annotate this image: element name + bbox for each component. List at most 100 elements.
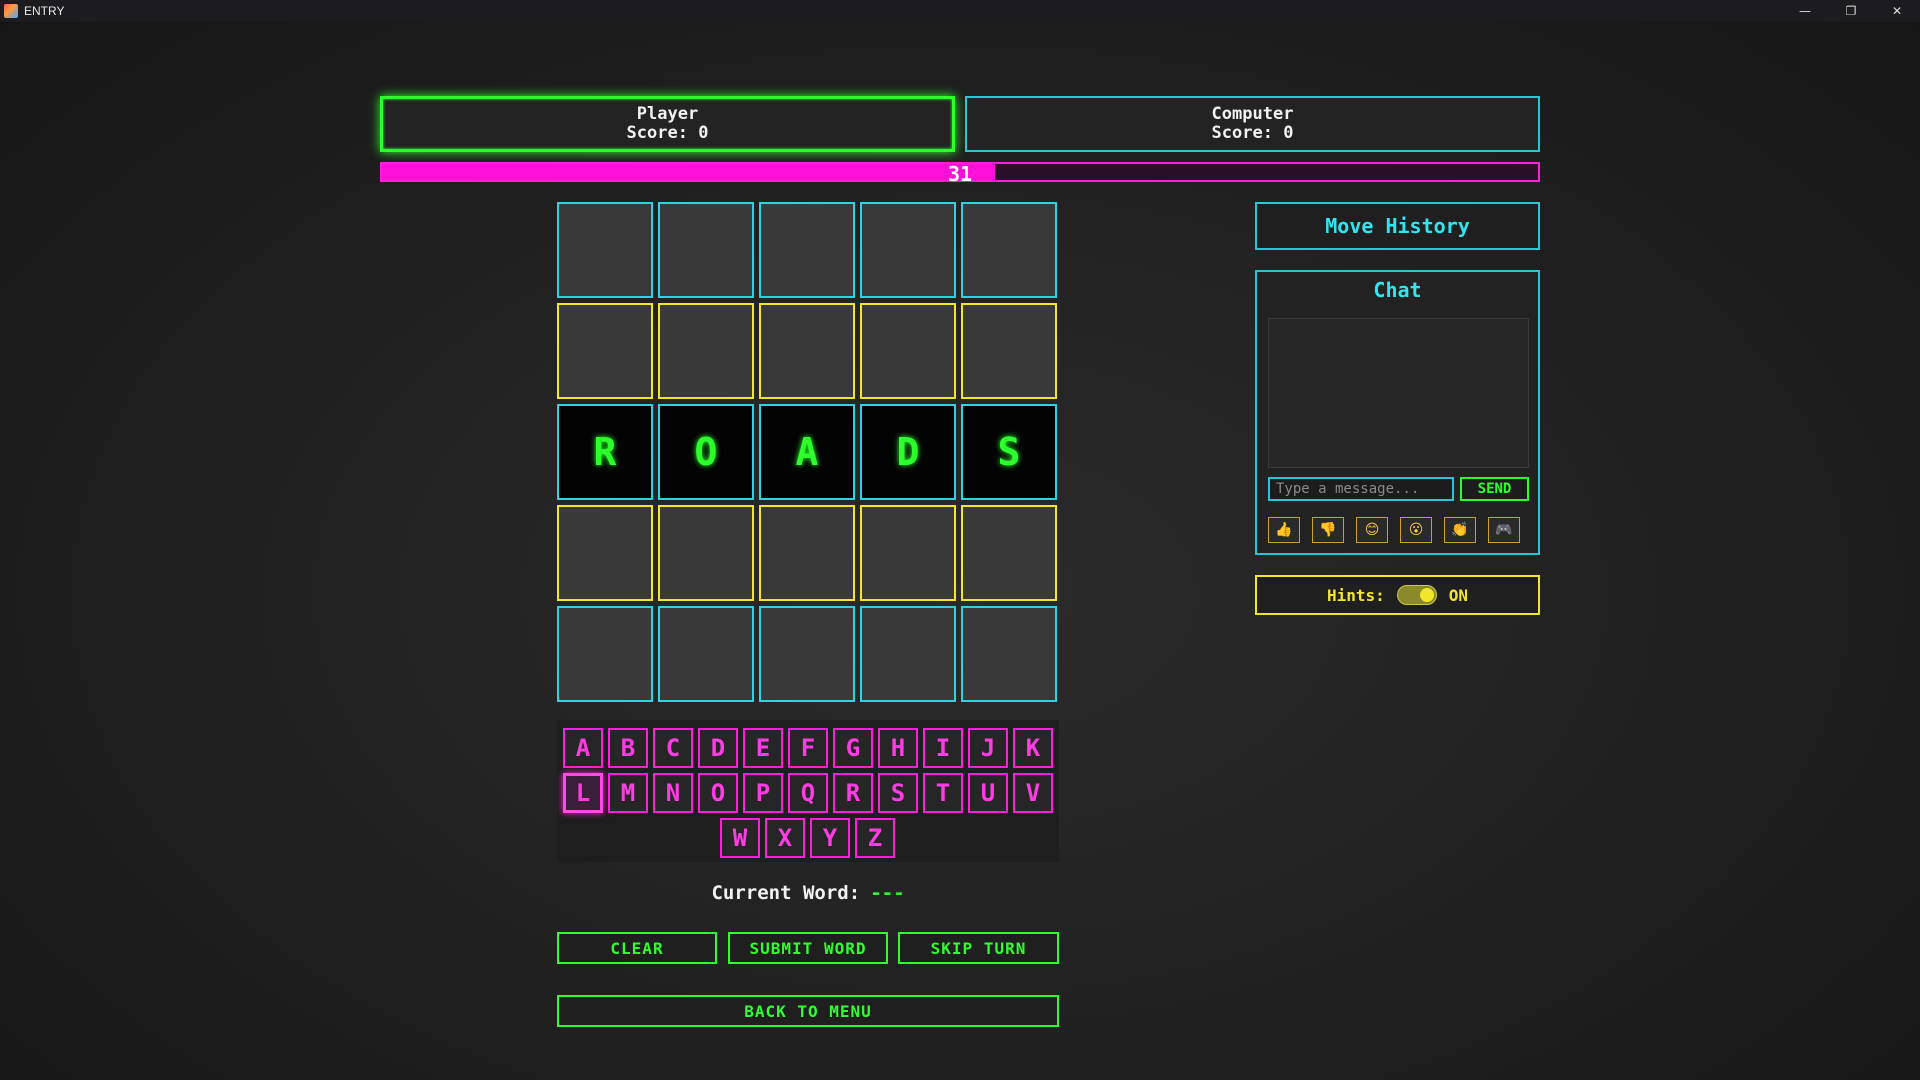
hints-control: Hints: ON bbox=[1255, 575, 1540, 615]
board-cell[interactable] bbox=[557, 505, 653, 601]
board-cell[interactable]: A bbox=[759, 404, 855, 500]
key-y[interactable]: Y bbox=[810, 818, 850, 858]
board-cell[interactable] bbox=[860, 202, 956, 298]
board-cell[interactable] bbox=[557, 606, 653, 702]
board-cell[interactable] bbox=[961, 505, 1057, 601]
hints-label: Hints: bbox=[1326, 585, 1385, 605]
window-controls: — ❐ ✕ bbox=[1782, 0, 1920, 22]
hints-state: ON bbox=[1448, 585, 1469, 605]
board-cell[interactable] bbox=[658, 505, 754, 601]
keyboard-row-2: LMNOPQRSTUV bbox=[563, 773, 1053, 813]
clear-button[interactable]: CLEAR bbox=[557, 932, 717, 964]
chat-message-input[interactable] bbox=[1268, 477, 1454, 501]
restore-icon[interactable]: ❐ bbox=[1828, 0, 1874, 22]
key-d[interactable]: D bbox=[698, 728, 738, 768]
toggle-knob bbox=[1419, 588, 1434, 602]
key-n[interactable]: N bbox=[653, 773, 693, 813]
close-icon[interactable]: ✕ bbox=[1874, 0, 1920, 22]
game-board: ROADS bbox=[557, 202, 1059, 707]
key-h[interactable]: H bbox=[878, 728, 918, 768]
board-row bbox=[557, 303, 1059, 399]
board-cell[interactable] bbox=[557, 202, 653, 298]
chat-title: Chat bbox=[1373, 278, 1422, 302]
board-cell[interactable] bbox=[860, 505, 956, 601]
board-row bbox=[557, 202, 1059, 298]
board-cell[interactable] bbox=[658, 202, 754, 298]
board-cell[interactable] bbox=[759, 606, 855, 702]
submit-word-button[interactable]: SUBMIT WORD bbox=[728, 932, 888, 964]
key-r[interactable]: R bbox=[833, 773, 873, 813]
board-cell[interactable] bbox=[759, 505, 855, 601]
current-word-display: Current Word: --- bbox=[557, 882, 1059, 904]
board-cell[interactable] bbox=[658, 303, 754, 399]
hints-toggle[interactable] bbox=[1396, 585, 1437, 605]
key-u[interactable]: U bbox=[968, 773, 1008, 813]
board-cell[interactable]: R bbox=[557, 404, 653, 500]
board-cell[interactable] bbox=[961, 202, 1057, 298]
board-cell[interactable] bbox=[860, 606, 956, 702]
turn-timer-bar: 31 bbox=[380, 162, 1540, 186]
board-cell[interactable]: D bbox=[860, 404, 956, 500]
back-to-menu-button[interactable]: BACK TO MENU bbox=[557, 995, 1059, 1027]
key-p[interactable]: P bbox=[743, 773, 783, 813]
move-history-button[interactable]: Move History bbox=[1255, 202, 1540, 250]
board-cell[interactable] bbox=[759, 202, 855, 298]
computer-score: Score: 0 bbox=[1211, 123, 1294, 143]
key-t[interactable]: T bbox=[923, 773, 963, 813]
emoji-reactions: 👍 👎 😊 😮 👏 🎮 bbox=[1268, 517, 1520, 543]
player-name: Player bbox=[636, 104, 699, 124]
key-g[interactable]: G bbox=[833, 728, 873, 768]
current-word-value: --- bbox=[870, 882, 905, 904]
computer-name: Computer bbox=[1211, 104, 1294, 124]
letter-keyboard: ABCDEFGHIJK LMNOPQRSTUV WXYZ bbox=[557, 720, 1059, 862]
key-w[interactable]: W bbox=[720, 818, 760, 858]
board-cell[interactable] bbox=[759, 303, 855, 399]
key-s[interactable]: S bbox=[878, 773, 918, 813]
key-z[interactable]: Z bbox=[855, 818, 895, 858]
app-icon bbox=[4, 4, 18, 18]
thumbs-down-icon[interactable]: 👎 bbox=[1312, 517, 1344, 543]
board-cell[interactable] bbox=[860, 303, 956, 399]
key-k[interactable]: K bbox=[1013, 728, 1053, 768]
smile-icon[interactable]: 😊 bbox=[1356, 517, 1388, 543]
key-o[interactable]: O bbox=[698, 773, 738, 813]
board-row bbox=[557, 505, 1059, 601]
skip-turn-button[interactable]: SKIP TURN bbox=[898, 932, 1059, 964]
chat-panel: Chat SEND 👍 👎 😊 😮 👏 🎮 bbox=[1255, 270, 1540, 555]
keyboard-row-1: ABCDEFGHIJK bbox=[563, 728, 1053, 768]
minimize-icon[interactable]: — bbox=[1782, 0, 1828, 22]
chat-log[interactable] bbox=[1268, 318, 1529, 468]
player-score-panel: Player Score: 0 bbox=[380, 96, 955, 152]
board-cell[interactable] bbox=[658, 606, 754, 702]
gamepad-icon[interactable]: 🎮 bbox=[1488, 517, 1520, 543]
board-cell[interactable]: O bbox=[658, 404, 754, 500]
key-m[interactable]: M bbox=[608, 773, 648, 813]
timer-value: 31 bbox=[947, 162, 973, 186]
board-cell[interactable] bbox=[961, 606, 1057, 702]
board-cell[interactable]: S bbox=[961, 404, 1057, 500]
current-word-label: Current Word: bbox=[711, 882, 861, 904]
board-row: ROADS bbox=[557, 404, 1059, 500]
title-bar: ENTRY — ❐ ✕ bbox=[0, 0, 1920, 22]
key-e[interactable]: E bbox=[743, 728, 783, 768]
key-f[interactable]: F bbox=[788, 728, 828, 768]
send-button[interactable]: SEND bbox=[1460, 477, 1529, 501]
keyboard-row-3: WXYZ bbox=[720, 818, 895, 858]
key-l[interactable]: L bbox=[563, 773, 603, 813]
key-a[interactable]: A bbox=[563, 728, 603, 768]
player-score: Score: 0 bbox=[626, 123, 709, 143]
computer-score-panel: Computer Score: 0 bbox=[965, 96, 1540, 152]
key-c[interactable]: C bbox=[653, 728, 693, 768]
key-j[interactable]: J bbox=[968, 728, 1008, 768]
surprised-icon[interactable]: 😮 bbox=[1400, 517, 1432, 543]
key-q[interactable]: Q bbox=[788, 773, 828, 813]
key-v[interactable]: V bbox=[1013, 773, 1053, 813]
clap-icon[interactable]: 👏 bbox=[1444, 517, 1476, 543]
key-i[interactable]: I bbox=[923, 728, 963, 768]
window-title: ENTRY bbox=[24, 4, 65, 18]
thumbs-up-icon[interactable]: 👍 bbox=[1268, 517, 1300, 543]
board-cell[interactable] bbox=[961, 303, 1057, 399]
key-b[interactable]: B bbox=[608, 728, 648, 768]
board-cell[interactable] bbox=[557, 303, 653, 399]
key-x[interactable]: X bbox=[765, 818, 805, 858]
